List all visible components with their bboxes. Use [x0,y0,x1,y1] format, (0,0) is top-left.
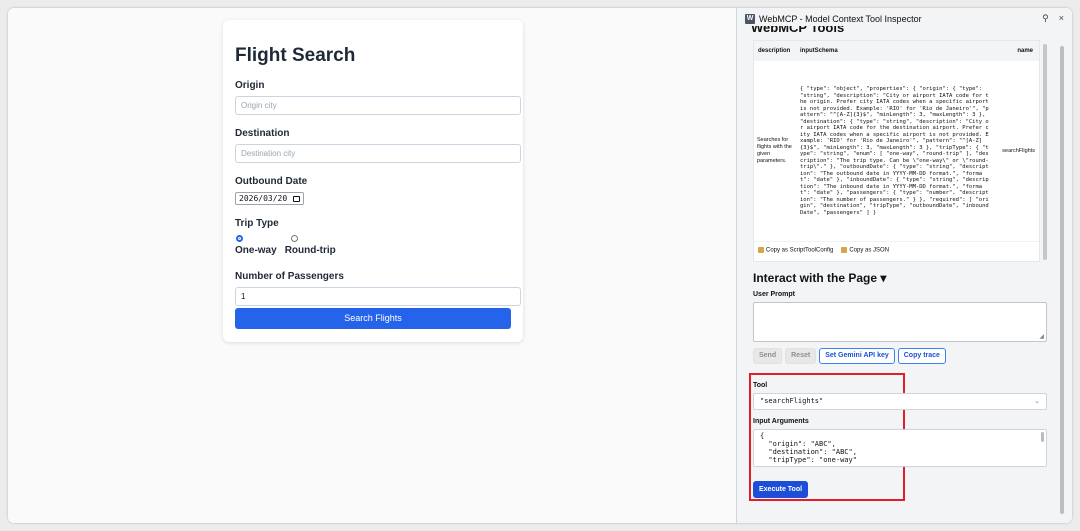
execute-tool-button[interactable]: Execute Tool [753,481,809,498]
send-button[interactable]: Send [753,348,783,364]
origin-label: Origin [235,80,265,91]
copy-scripttoolconfig-label[interactable]: Copy as ScriptToolConfig [766,248,833,254]
pin-icon[interactable]: ⚲ [1042,13,1049,24]
copy-json-label[interactable]: Copy as JSON [849,248,889,254]
outbound-date-label: Outbound Date [235,176,308,187]
destination-label: Destination [235,128,290,139]
tools-heading: WebMCP Tools [751,26,845,35]
arguments-scrollbar[interactable] [1041,432,1044,442]
search-flights-button[interactable]: Search Flights [235,308,511,329]
clipboard-icon [841,247,848,254]
tool-select[interactable]: "searchFlights" ⌄ [753,393,1047,410]
flight-search-form: Flight Search Origin Origin city Destina… [223,20,523,342]
copy-json-link[interactable]: Copy as JSON [841,247,889,254]
table-scrollbar[interactable] [1043,44,1047,260]
calendar-icon[interactable] [293,195,301,202]
input-arguments-value: { "origin": "ABC", "destination": "ABC",… [760,432,857,464]
page-title: Flight Search [235,45,356,66]
destination-input[interactable]: Destination city [235,144,521,163]
input-arguments-textarea[interactable]: { "origin": "ABC", "destination": "ABC",… [753,429,1047,467]
table-header: description inputSchema name [754,41,1039,61]
column-header-name: name [1017,48,1033,54]
tool-select-value: "searchFlights" [760,397,824,405]
table-row: Searches for flights with the given para… [754,61,1039,241]
origin-input[interactable]: Origin city [235,96,521,115]
chevron-down-icon: ⌄ [1034,398,1040,405]
copy-scripttoolconfig-link[interactable]: Copy as ScriptToolConfig [758,247,833,254]
resize-handle-icon[interactable]: ◢ [1039,333,1044,340]
web-page: Flight Search Origin Origin city Destina… [8,8,736,523]
tool-input-schema: { "type": "object", "properties": { "ori… [800,86,989,216]
outbound-date-input[interactable]: 2026/03/20 [235,192,305,205]
clipboard-icon [758,247,764,254]
tool-description: Searches for flights with the given para… [757,137,792,164]
reset-button[interactable]: Reset [785,348,817,364]
interact-heading[interactable]: Interact with the Page ▾ [753,271,886,285]
tool-name: searchFlights [1002,148,1035,154]
trip-type-label: Trip Type [235,218,279,229]
panel-scrollbar[interactable] [1060,46,1064,514]
column-header-inputschema: inputSchema [800,48,838,54]
webmcp-app-icon: W [745,14,755,24]
one-way-radio[interactable] [236,235,243,242]
tools-table: description inputSchema name Searches fo… [753,40,1040,262]
browser-window: Flight Search Origin Origin city Destina… [8,8,1072,523]
column-header-description: description [758,48,791,54]
user-prompt-label: User Prompt [753,291,796,298]
close-icon[interactable]: × [1059,13,1064,24]
input-arguments-label: Input Arguments [753,418,809,425]
one-way-label[interactable]: One-way [235,245,277,256]
copy-trace-button[interactable]: Copy trace [897,348,946,364]
round-trip-label[interactable]: Round-trip [285,245,336,256]
user-prompt-textarea[interactable]: ◢ [753,302,1047,342]
passengers-label: Number of Passengers [235,271,344,282]
copy-actions: Copy as ScriptToolConfig Copy as JSON [754,241,1039,259]
tool-label: Tool [753,382,768,389]
round-trip-radio[interactable] [291,235,298,242]
inspector-panel: W WebMCP - Model Context Tool Inspector … [736,8,1072,523]
outbound-date-value: 2026/03/20 [239,194,288,203]
passengers-input[interactable]: 1 [235,287,521,306]
panel-title: WebMCP - Model Context Tool Inspector [759,14,922,24]
set-gemini-api-key-button[interactable]: Set Gemini API key [819,348,895,364]
prompt-actions: Send Reset Set Gemini API key Copy trace [753,348,946,364]
